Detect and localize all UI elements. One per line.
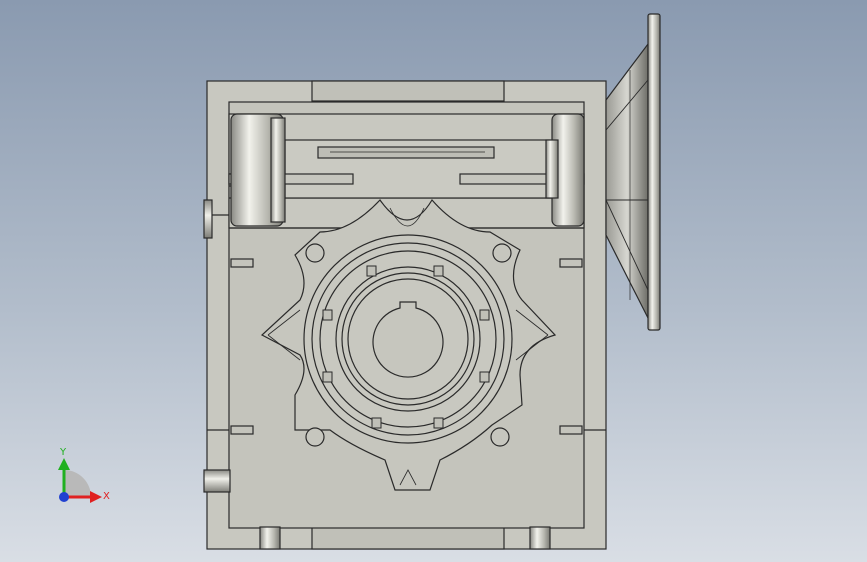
x-axis-label: X: [103, 491, 110, 502]
y-axis-label: Y: [59, 447, 67, 458]
coordinate-triad[interactable]: Y X: [58, 447, 110, 503]
triad-arc-shade: [64, 470, 91, 497]
motor-flange-plate: [647, 13, 661, 331]
motor-flange: [605, 13, 661, 331]
y-axis-arrowhead: [58, 458, 70, 470]
x-axis-arrowhead: [90, 491, 102, 503]
output-hub: [303, 234, 513, 444]
cad-graphics-viewport[interactable]: Y X: [0, 0, 867, 562]
gearbox-model-view[interactable]: Y X: [0, 0, 867, 562]
z-axis-dot: [59, 492, 69, 502]
